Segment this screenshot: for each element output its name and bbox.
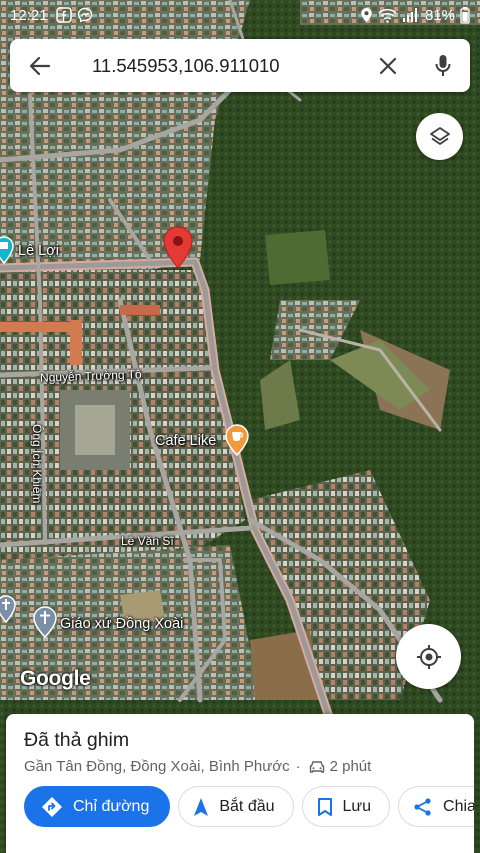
place-subtitle: Gần Tân Đồng, Đồng Xoài, Bình Phước · 2 … (24, 758, 371, 775)
voice-search-button[interactable] (415, 39, 470, 92)
label-le-loi[interactable]: Lê Lợi (18, 243, 59, 259)
search-bar: 11.545953,106.911010 (10, 39, 470, 92)
wifi-icon (378, 8, 397, 23)
church-cross-icon (0, 595, 16, 623)
microphone-icon (435, 54, 450, 76)
label-ong-ich-khiem: Ông Ích Khiêm (30, 424, 44, 504)
place-address: Gần Tân Đồng, Đồng Xoài, Bình Phước (24, 758, 290, 775)
facebook-icon (55, 7, 72, 23)
drive-time: 2 phút (329, 758, 372, 775)
church-cross-icon (33, 606, 57, 638)
share-icon (413, 797, 433, 817)
map-marker-icon (0, 236, 14, 264)
location-icon (361, 8, 372, 22)
my-location-crosshair-icon (416, 644, 441, 669)
cafe-like-poi-pin[interactable] (225, 424, 249, 456)
clock: 12:21 (10, 6, 48, 24)
directions-button[interactable]: Chỉ đường (24, 786, 171, 827)
label-cafe-like[interactable]: Cafe Like (155, 433, 216, 449)
google-attribution-logo: Google (20, 667, 91, 690)
car-icon (309, 760, 325, 774)
layers-icon (429, 126, 450, 145)
giao-xu-poi-pin[interactable] (33, 606, 57, 638)
my-location-button[interactable] (396, 624, 461, 689)
save-button[interactable]: Lưu (301, 786, 391, 827)
directions-icon (41, 796, 63, 818)
close-icon (379, 57, 396, 74)
battery-percentage: 81% (424, 6, 455, 24)
action-chips: Chỉ đường Bắt đầu Lưu Chia (24, 786, 474, 827)
signal-icon (402, 8, 417, 22)
church-poi-pin[interactable] (0, 595, 16, 623)
place-bottom-sheet[interactable]: Đã thả ghim Gần Tân Đồng, Đồng Xoài, Bìn… (6, 714, 474, 853)
bookmark-icon (317, 797, 333, 817)
save-label: Lưu (342, 797, 372, 815)
status-bar: 12:21 81% (0, 0, 480, 30)
arrow-back-icon (29, 56, 51, 75)
label-giao-xu-dong-xoai[interactable]: Giáo xứ Đồng Xoài (60, 616, 183, 632)
separator-dot: · (295, 758, 301, 775)
start-navigation-button[interactable]: Bắt đầu (178, 786, 294, 827)
share-label: Chia sẻ (443, 797, 474, 815)
directions-label: Chỉ đường (73, 797, 150, 815)
clear-search-button[interactable] (360, 39, 415, 92)
messenger-icon (77, 7, 92, 23)
dropped-pin[interactable] (163, 226, 193, 270)
search-query-field[interactable]: 11.545953,106.911010 (70, 55, 360, 77)
share-button[interactable]: Chia sẻ (398, 786, 474, 827)
le-loi-poi-pin[interactable] (0, 236, 14, 264)
red-pin-icon (163, 226, 193, 269)
back-button[interactable] (10, 39, 70, 92)
label-le-van-si: Lê Văn Sĩ (121, 534, 174, 548)
coffee-cup-icon (225, 424, 249, 456)
map-layers-button[interactable] (416, 113, 463, 160)
place-title: Đã thả ghim (24, 729, 130, 751)
navigation-arrow-icon (193, 797, 209, 817)
start-label: Bắt đầu (219, 797, 275, 815)
battery-icon (460, 6, 470, 24)
